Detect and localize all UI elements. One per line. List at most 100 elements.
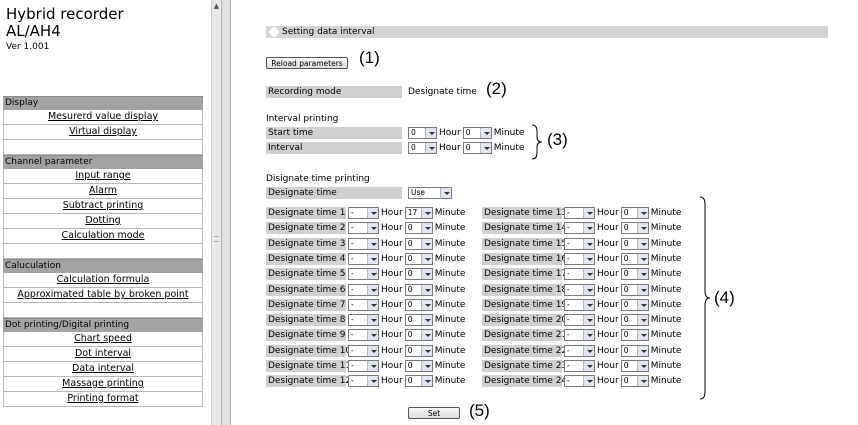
menu-item-link[interactable]: Virtual display (3, 125, 203, 140)
designate-hour-select[interactable]: - (564, 283, 595, 296)
designate-minute-select[interactable]: 0 (620, 375, 649, 388)
chevron-down-icon[interactable] (420, 208, 432, 218)
chevron-down-icon[interactable] (367, 223, 378, 234)
chevron-down-icon[interactable] (420, 299, 432, 310)
chevron-down-icon[interactable] (367, 361, 378, 371)
chevron-down-icon[interactable] (420, 253, 432, 264)
designate-minute-select[interactable]: 0 (620, 329, 649, 342)
menu-item-link[interactable]: Printing format (3, 392, 203, 407)
chevron-down-icon[interactable] (420, 238, 432, 249)
designate-use-select[interactable]: Use (408, 187, 452, 199)
chevron-down-icon[interactable] (367, 315, 378, 326)
scroll-up-icon[interactable]: ▲ (212, 2, 221, 10)
designate-minute-select[interactable]: 0 (620, 283, 649, 296)
chevron-down-icon[interactable] (583, 345, 594, 356)
designate-hour-select[interactable]: - (564, 329, 595, 342)
designate-minute-select[interactable]: 0 (404, 283, 433, 296)
designate-minute-select[interactable]: 0 (620, 360, 649, 372)
menu-item-link[interactable]: Subtract printing (3, 199, 203, 214)
reload-parameters-button[interactable]: Reload parameters (266, 57, 348, 69)
menu-item-link[interactable]: Calculation formula (3, 273, 203, 288)
set-button[interactable]: Set (408, 407, 460, 419)
chevron-down-icon[interactable] (425, 143, 436, 153)
menu-item-link[interactable]: Mesurerd value display (3, 110, 203, 125)
chevron-down-icon[interactable] (583, 284, 594, 295)
interval-hour-select[interactable]: 0 (408, 142, 437, 154)
interval-minute-select[interactable]: 0 (462, 142, 492, 154)
chevron-down-icon[interactable] (420, 269, 432, 280)
designate-minute-select[interactable]: 0 (620, 222, 649, 235)
chevron-down-icon[interactable] (420, 315, 432, 326)
chevron-down-icon[interactable] (636, 330, 648, 341)
chevron-down-icon[interactable] (583, 238, 594, 249)
menu-item-link[interactable]: Input range (3, 169, 203, 184)
chevron-down-icon[interactable] (367, 284, 378, 295)
menu-item-link[interactable]: Approximated table by broken point (3, 288, 203, 303)
designate-minute-select[interactable]: 0 (404, 360, 433, 372)
start-minute-select[interactable]: 0 (462, 127, 492, 139)
chevron-down-icon[interactable] (583, 223, 594, 234)
chevron-down-icon[interactable] (636, 299, 648, 310)
chevron-down-icon[interactable] (367, 376, 378, 387)
chevron-down-icon[interactable] (479, 128, 491, 138)
designate-hour-select[interactable]: - (348, 314, 379, 327)
chevron-down-icon[interactable] (420, 223, 432, 234)
chevron-down-icon[interactable] (420, 361, 432, 371)
designate-minute-select[interactable]: 0 (404, 298, 433, 311)
designate-hour-select[interactable]: - (564, 360, 595, 372)
chevron-down-icon[interactable] (583, 315, 594, 326)
chevron-down-icon[interactable] (367, 330, 378, 341)
chevron-down-icon[interactable] (367, 299, 378, 310)
designate-hour-select[interactable]: - (564, 344, 595, 357)
designate-minute-select[interactable]: 0 (404, 329, 433, 342)
chevron-down-icon[interactable] (367, 208, 378, 218)
chevron-down-icon[interactable] (367, 269, 378, 280)
chevron-down-icon[interactable] (367, 238, 378, 249)
chevron-down-icon[interactable] (583, 269, 594, 280)
designate-minute-select[interactable]: 17 (404, 207, 433, 219)
menu-item-link[interactable]: Chart speed (3, 332, 203, 347)
designate-hour-select[interactable]: - (564, 237, 595, 250)
designate-hour-select[interactable]: - (348, 222, 379, 235)
menu-item-link[interactable]: Dotting (3, 214, 203, 229)
designate-hour-select[interactable]: - (348, 268, 379, 281)
designate-hour-select[interactable]: - (564, 314, 595, 327)
designate-minute-select[interactable]: 0 (620, 207, 649, 219)
chevron-down-icon[interactable] (420, 284, 432, 295)
menu-item-link[interactable]: Alarm (3, 184, 203, 199)
chevron-down-icon[interactable] (636, 315, 648, 326)
designate-minute-select[interactable]: 0 (620, 314, 649, 327)
designate-minute-select[interactable]: 0 (404, 314, 433, 327)
designate-hour-select[interactable]: - (564, 222, 595, 235)
designate-minute-select[interactable]: 0 (620, 237, 649, 250)
designate-hour-select[interactable]: - (564, 207, 595, 219)
designate-hour-select[interactable]: - (348, 237, 379, 250)
designate-minute-select[interactable]: 0 (620, 298, 649, 311)
chevron-down-icon[interactable] (636, 238, 648, 249)
designate-hour-select[interactable]: - (348, 207, 379, 219)
chevron-down-icon[interactable] (420, 376, 432, 387)
designate-hour-select[interactable]: - (348, 329, 379, 342)
scroll-grip-icon[interactable] (214, 236, 219, 242)
designate-minute-select[interactable]: 0 (620, 252, 649, 265)
chevron-down-icon[interactable] (583, 208, 594, 218)
chevron-down-icon[interactable] (420, 345, 432, 356)
chevron-down-icon[interactable] (583, 376, 594, 387)
designate-minute-select[interactable]: 0 (404, 237, 433, 250)
chevron-down-icon[interactable] (636, 284, 648, 295)
chevron-down-icon[interactable] (583, 361, 594, 371)
chevron-down-icon[interactable] (636, 253, 648, 264)
designate-hour-select[interactable]: - (348, 252, 379, 265)
chevron-down-icon[interactable] (636, 376, 648, 387)
designate-hour-select[interactable]: - (348, 298, 379, 311)
designate-hour-select[interactable]: - (348, 375, 379, 388)
designate-minute-select[interactable]: 0 (404, 375, 433, 388)
chevron-down-icon[interactable] (636, 345, 648, 356)
chevron-down-icon[interactable] (440, 188, 451, 198)
designate-hour-select[interactable]: - (348, 344, 379, 357)
menu-item-link[interactable]: Data interval (3, 362, 203, 377)
designate-minute-select[interactable]: 0 (404, 222, 433, 235)
designate-hour-select[interactable]: - (348, 360, 379, 372)
chevron-down-icon[interactable] (636, 208, 648, 218)
chevron-down-icon[interactable] (636, 361, 648, 371)
